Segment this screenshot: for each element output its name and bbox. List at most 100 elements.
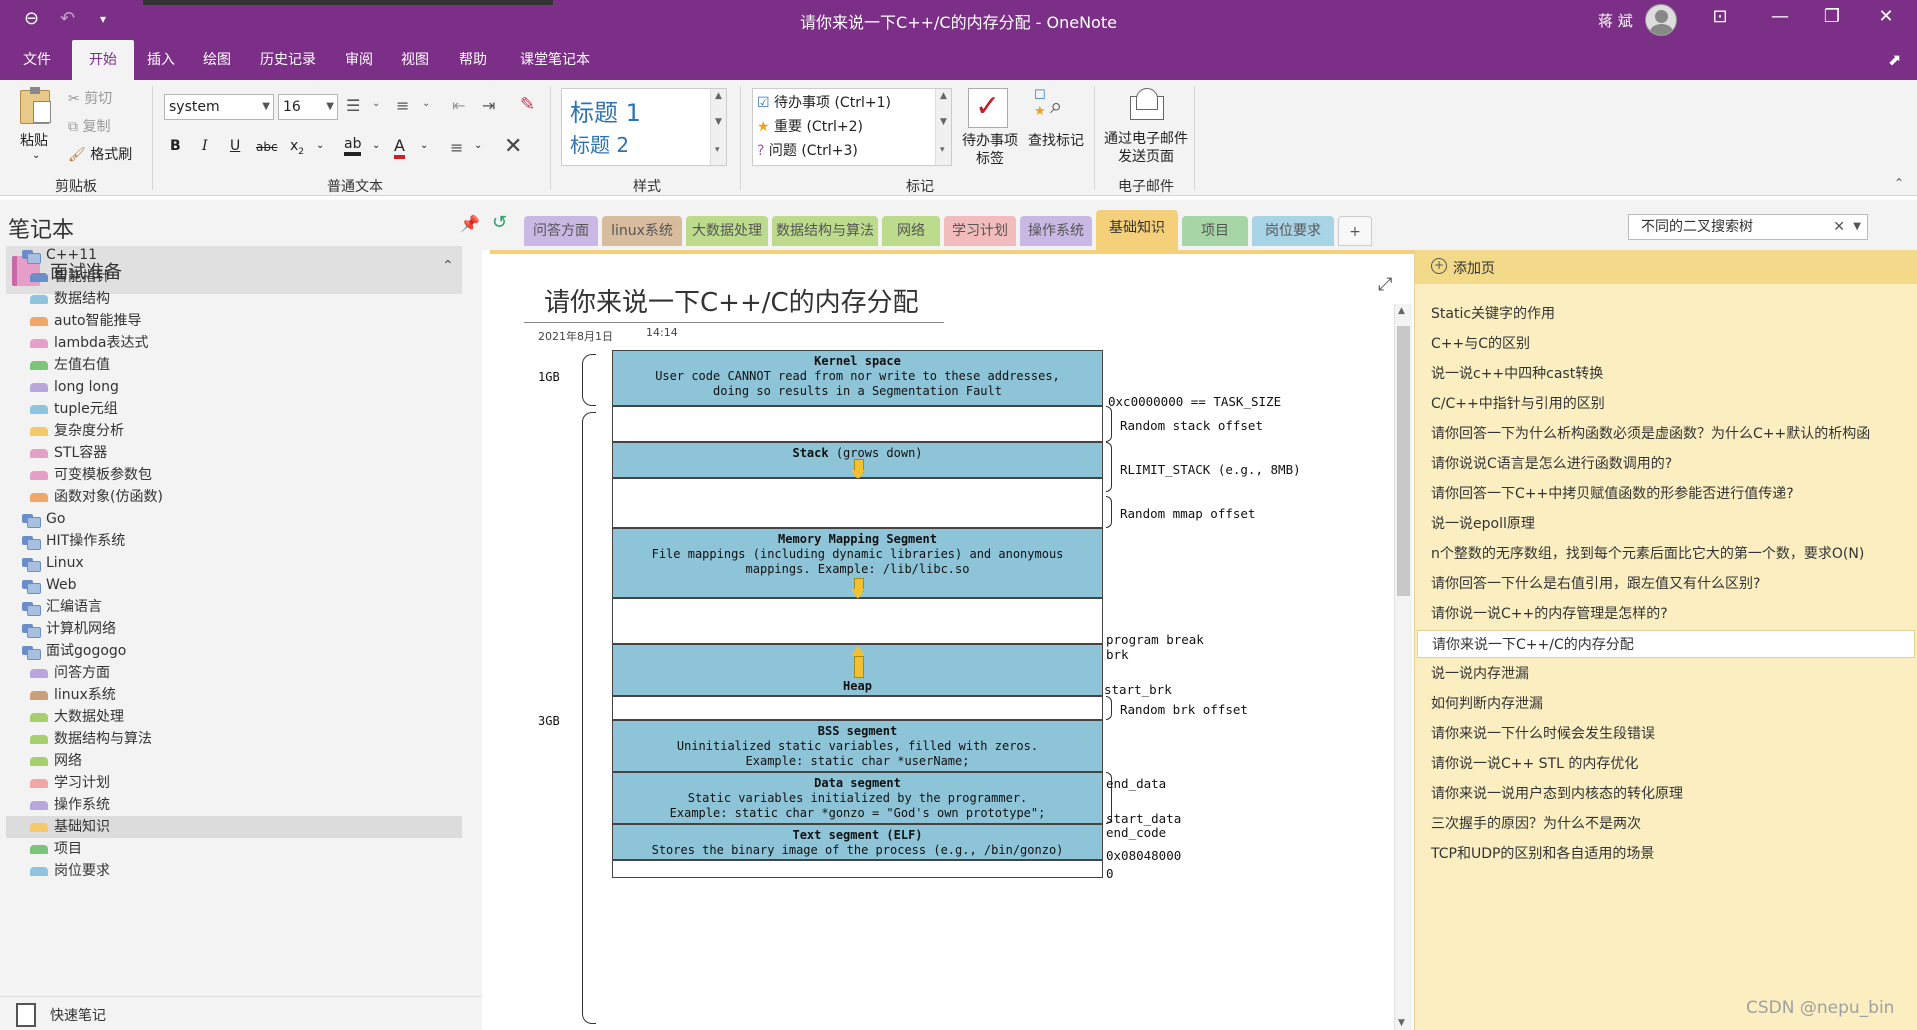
page-item[interactable]: 请你来说一下C++/C的内存分配 bbox=[1417, 630, 1915, 658]
tag-question[interactable]: ? 问题 (Ctrl+3) bbox=[757, 139, 858, 163]
section-item[interactable]: 问答方面 bbox=[6, 662, 462, 684]
tab-draw[interactable]: 绘图 bbox=[194, 40, 240, 80]
page-item[interactable]: 请你回答一下为什么析构函数必须是虚函数？为什么C++默认的析构函 bbox=[1417, 420, 1915, 448]
section-item[interactable]: 智能指针 bbox=[6, 266, 462, 288]
format-painter-button[interactable]: 🖌 格式刷 bbox=[68, 144, 132, 164]
page-scrollbar[interactable]: ▲ ▼ bbox=[1394, 304, 1412, 1030]
clear-search-icon[interactable]: ✕ bbox=[1833, 215, 1845, 239]
subscript-button[interactable]: x2 bbox=[290, 138, 304, 157]
italic-button[interactable]: I bbox=[202, 138, 208, 154]
tab-file[interactable]: 文件 bbox=[12, 40, 62, 80]
section-tab[interactable]: 学习计划 bbox=[944, 216, 1016, 246]
cut-button[interactable]: ✂ 剪切 bbox=[68, 88, 112, 108]
section-tab[interactable]: 项目 bbox=[1182, 216, 1248, 246]
section-item[interactable]: STL容器 bbox=[6, 442, 462, 464]
page-item[interactable]: C/C++中指针与引用的区别 bbox=[1417, 390, 1915, 418]
style-heading-2[interactable]: 标题 2 bbox=[570, 129, 629, 158]
page-item[interactable]: 三次握手的原因？为什么不是两次 bbox=[1417, 810, 1915, 838]
quick-notes-button[interactable]: 快速笔记 bbox=[0, 996, 482, 1030]
page-item[interactable]: 说一说内存泄漏 bbox=[1417, 660, 1915, 688]
bullets-icon[interactable]: ☰ bbox=[346, 96, 360, 115]
tab-view[interactable]: 视图 bbox=[392, 40, 438, 80]
page-item[interactable]: 请你说说C语言是怎么进行函数调用的? bbox=[1417, 450, 1915, 478]
page-canvas[interactable]: 请你来说一下C++/C的内存分配 2021年8月1日 14:14 ⤢ 1GB 3… bbox=[490, 250, 1414, 1030]
section-item[interactable]: tuple元组 bbox=[6, 398, 462, 420]
scroll-down-icon[interactable]: ▼ bbox=[940, 117, 947, 127]
underline-button[interactable]: U bbox=[230, 138, 240, 154]
search-input[interactable]: 不同的二叉搜索树 ✕ ▼ bbox=[1628, 214, 1868, 240]
email-page-button[interactable]: 通过电子邮件发送页面 bbox=[1104, 130, 1188, 166]
section-item[interactable]: 操作系统 bbox=[6, 794, 462, 816]
align-icon[interactable]: ≡ bbox=[450, 138, 463, 157]
subscript-dropdown-icon[interactable]: ⌄ bbox=[316, 140, 324, 151]
page-item[interactable]: Static关键字的作用 bbox=[1417, 300, 1915, 328]
increase-indent-icon[interactable]: ⇥ bbox=[482, 96, 495, 115]
font-family-select[interactable]: system ▼ bbox=[164, 94, 274, 120]
section-group-item[interactable]: 面试gogogo bbox=[6, 640, 462, 662]
share-icon[interactable]: ⬈ bbox=[1888, 50, 1901, 69]
add-section-button[interactable]: + bbox=[1338, 216, 1372, 246]
search-scope-dropdown-icon[interactable]: ▼ bbox=[1853, 215, 1861, 239]
more-tags-icon[interactable]: ▾ bbox=[940, 145, 945, 155]
add-page-button[interactable]: + 添加页 bbox=[1415, 250, 1917, 284]
paste-button[interactable]: 粘贴 bbox=[20, 130, 48, 150]
page-item[interactable]: 说一说c++中四种cast转换 bbox=[1417, 360, 1915, 388]
minimize-icon[interactable]: — bbox=[1760, 6, 1800, 27]
styles-scrollbar[interactable]: ▲ ▼ ▾ bbox=[710, 89, 726, 165]
font-color-dropdown-icon[interactable]: ⌄ bbox=[420, 140, 428, 151]
numbering-icon[interactable]: ≡ bbox=[396, 96, 409, 115]
clear-formatting-icon[interactable]: ✎ bbox=[520, 94, 535, 115]
highlight-icon[interactable]: ab bbox=[344, 136, 362, 156]
ribbon-display-icon[interactable]: ⊡ bbox=[1700, 6, 1740, 27]
page-item[interactable]: 请你说一说C++的内存管理是怎样的? bbox=[1417, 600, 1915, 628]
page-item[interactable]: 请你回答一下什么是右值引用，跟左值又有什么区别? bbox=[1417, 570, 1915, 598]
bold-button[interactable]: B bbox=[170, 138, 181, 154]
avatar[interactable] bbox=[1645, 4, 1677, 36]
todo-tag-button[interactable]: 待办事项标签 bbox=[958, 132, 1022, 168]
section-item[interactable]: auto智能推导 bbox=[6, 310, 462, 332]
section-item[interactable]: 大数据处理 bbox=[6, 706, 462, 728]
section-item[interactable]: 左值右值 bbox=[6, 354, 462, 376]
section-item[interactable]: 项目 bbox=[6, 838, 462, 860]
page-item[interactable]: 请你来说一下什么时候会发生段错误 bbox=[1417, 720, 1915, 748]
strikethrough-button[interactable]: abc bbox=[256, 140, 278, 154]
section-group-item[interactable]: C++11 bbox=[6, 244, 462, 266]
bullets-dropdown-icon[interactable]: ⌄ bbox=[372, 98, 380, 109]
tab-history[interactable]: 历史记录 bbox=[250, 40, 326, 80]
section-item[interactable]: 复杂度分析 bbox=[6, 420, 462, 442]
section-tab[interactable]: 操作系统 bbox=[1020, 216, 1092, 246]
collapse-ribbon-icon[interactable]: ⌃ bbox=[1894, 176, 1904, 190]
tag-todo[interactable]: ☑ 待办事项 (Ctrl+1) bbox=[757, 91, 891, 115]
more-styles-icon[interactable]: ▾ bbox=[715, 145, 720, 155]
align-dropdown-icon[interactable]: ⌄ bbox=[474, 140, 482, 151]
todo-tag-icon[interactable]: ✓ bbox=[968, 88, 1008, 128]
section-item[interactable]: 基础知识 bbox=[6, 816, 462, 838]
font-size-select[interactable]: 16 ▼ bbox=[278, 94, 338, 120]
section-tab[interactable]: 数据结构与算法 bbox=[772, 216, 878, 246]
find-tags-icon[interactable]: ☐ ★ ⌕ bbox=[1034, 88, 1074, 124]
section-item[interactable]: lambda表达式 bbox=[6, 332, 462, 354]
scroll-down-icon[interactable]: ▼ bbox=[715, 117, 722, 127]
page-item[interactable]: 说一说epoll原理 bbox=[1417, 510, 1915, 538]
paste-dropdown-icon[interactable]: ⌄ bbox=[32, 150, 40, 161]
section-tab[interactable]: 大数据处理 bbox=[686, 216, 768, 246]
section-item[interactable]: 数据结构 bbox=[6, 288, 462, 310]
tab-class-notebook[interactable]: 课堂笔记本 bbox=[510, 40, 600, 80]
section-tab[interactable]: 网络 bbox=[882, 216, 940, 246]
navigate-back-icon[interactable]: ↺ bbox=[492, 212, 507, 233]
highlight-dropdown-icon[interactable]: ⌄ bbox=[372, 140, 380, 151]
paste-icon[interactable] bbox=[20, 87, 51, 124]
tab-help[interactable]: 帮助 bbox=[450, 40, 496, 80]
copy-button[interactable]: ⧉ 复制 bbox=[68, 116, 110, 136]
style-heading-1[interactable]: 标题 1 bbox=[570, 93, 641, 128]
tab-review[interactable]: 审阅 bbox=[336, 40, 382, 80]
section-tab[interactable]: 基础知识 bbox=[1096, 210, 1178, 250]
tag-important[interactable]: ★ 重要 (Ctrl+2) bbox=[757, 115, 863, 139]
decrease-indent-icon[interactable]: ⇤ bbox=[452, 96, 465, 115]
section-item[interactable]: long long bbox=[6, 376, 462, 398]
section-group-item[interactable]: HIT操作系统 bbox=[6, 530, 462, 552]
close-icon[interactable]: ✕ bbox=[1866, 6, 1906, 27]
page-item[interactable]: 请你说一说C++ STL 的内存优化 bbox=[1417, 750, 1915, 778]
section-tab[interactable]: 问答方面 bbox=[524, 216, 598, 246]
tab-home[interactable]: 开始 bbox=[72, 40, 134, 80]
